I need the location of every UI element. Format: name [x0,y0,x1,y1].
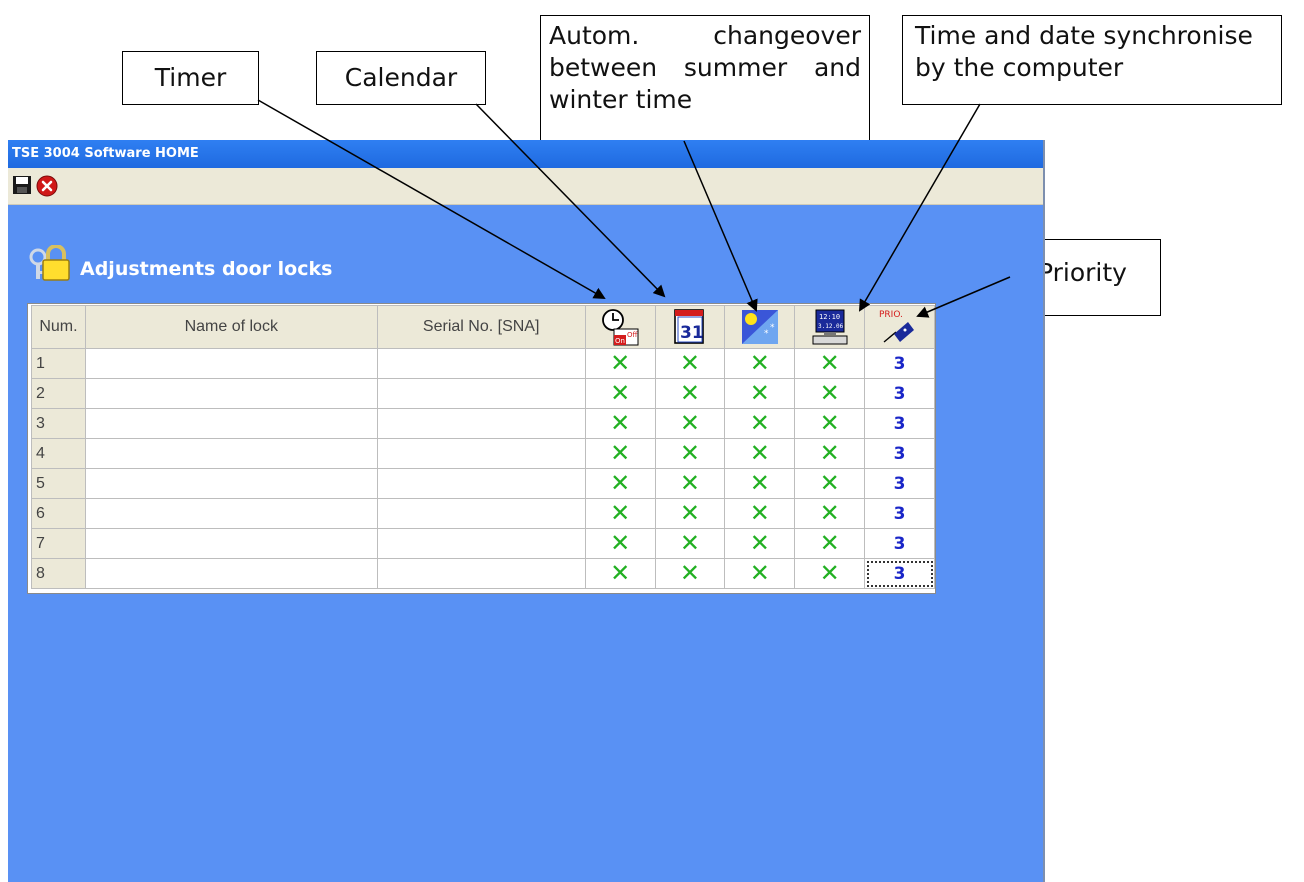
priority-arrow [916,276,1011,318]
callout-arrows [257,99,1011,318]
summer-winter-arrow [683,140,758,312]
sync-arrow [858,103,981,312]
timer-arrow [257,99,606,299]
calendar-arrow [475,103,666,298]
